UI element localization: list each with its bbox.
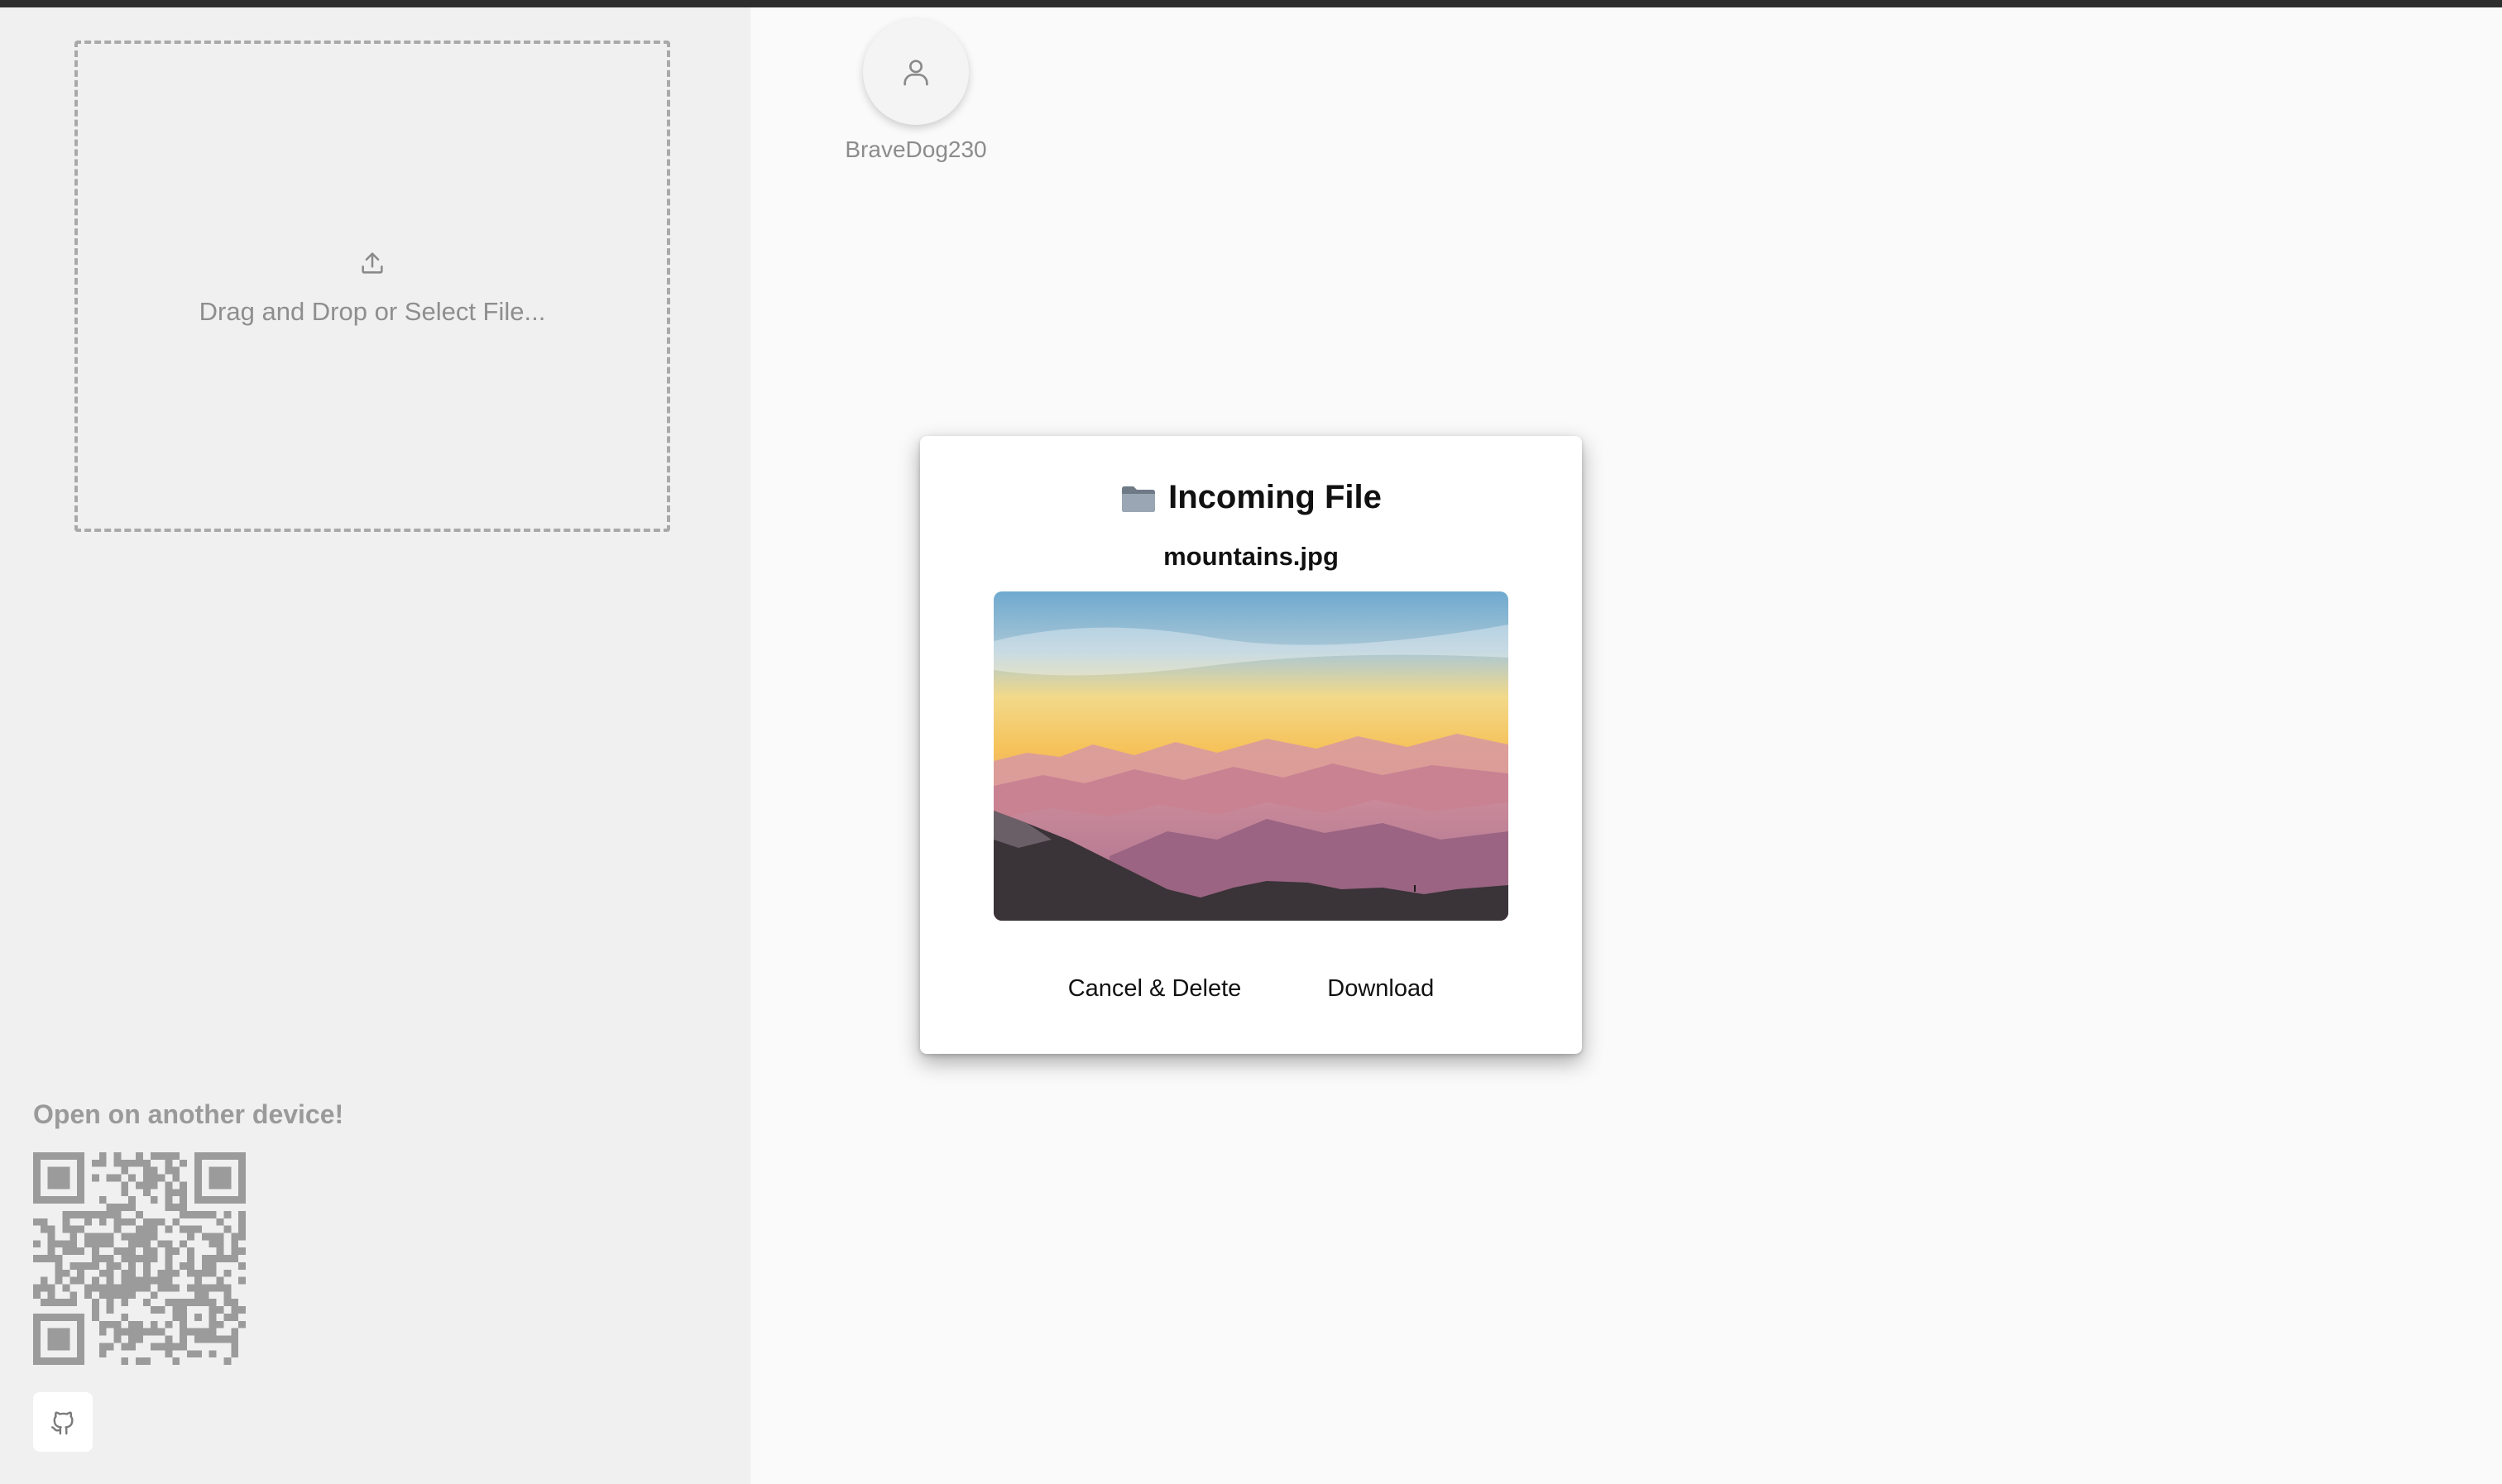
window-top-bar xyxy=(0,0,2502,7)
peer-avatar xyxy=(863,19,969,125)
peer-name: BraveDog230 xyxy=(845,136,987,162)
share-heading: Open on another device! xyxy=(33,1099,344,1129)
download-button[interactable]: Download xyxy=(1311,965,1450,1012)
github-icon xyxy=(51,1411,74,1435)
cancel-delete-button[interactable]: Cancel & Delete xyxy=(1052,965,1258,1012)
folder-icon xyxy=(1122,486,1156,512)
file-dropzone[interactable]: Drag and Drop or Select File... xyxy=(74,41,670,532)
dialog-title-row: Incoming File xyxy=(920,479,1582,516)
github-link-button[interactable] xyxy=(33,1392,93,1452)
sidebar: Drag and Drop or Select File... Open on … xyxy=(0,7,750,1484)
incoming-file-dialog: Incoming File mountains.jpg Cancel & Del… xyxy=(920,436,1582,1054)
dialog-title: Incoming File xyxy=(1168,479,1382,515)
user-icon xyxy=(903,60,928,86)
upload-icon xyxy=(362,252,383,274)
qr-code xyxy=(33,1152,246,1365)
dialog-actions: Cancel & Delete Download xyxy=(920,965,1582,1012)
incoming-file-name: mountains.jpg xyxy=(1163,542,1339,571)
peer-device[interactable]: BraveDog230 xyxy=(833,19,999,163)
dropzone-label: Drag and Drop or Select File... xyxy=(199,297,546,326)
image-preview xyxy=(994,591,1508,921)
